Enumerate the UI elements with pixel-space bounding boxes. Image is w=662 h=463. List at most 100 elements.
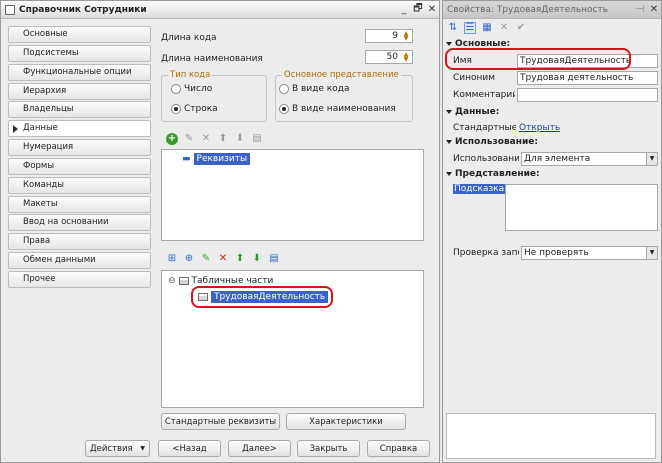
nav-item[interactable]: Прочее bbox=[8, 270, 151, 288]
tree-row-tabular-part[interactable]: ТрудоваяДеятельность bbox=[198, 291, 329, 303]
section-presentation[interactable]: Представление: bbox=[446, 169, 540, 179]
repr-by-name-radio[interactable]: В виде наименования bbox=[279, 104, 396, 114]
nav-item[interactable]: Подсистемы bbox=[8, 44, 151, 62]
table-icon bbox=[178, 277, 189, 285]
sort-icon[interactable]: ⇅ bbox=[447, 22, 459, 34]
tree-row-tabular-parts[interactable]: ⊖ Табличные части bbox=[168, 276, 273, 286]
edit-icon[interactable]: ✎ bbox=[183, 133, 195, 145]
section-usage[interactable]: Использование: bbox=[446, 137, 538, 147]
delete-icon[interactable]: ✕ bbox=[200, 133, 212, 145]
collapse-triangle-icon bbox=[446, 41, 452, 46]
section-data[interactable]: Данные: bbox=[446, 107, 499, 117]
collapse-triangle-icon bbox=[446, 139, 452, 144]
cancel-icon[interactable]: ✕ bbox=[498, 22, 510, 34]
nav-item[interactable]: Обмен данными bbox=[8, 252, 151, 270]
properties-icon[interactable]: ▤ bbox=[251, 133, 263, 145]
synonym-prop-label: Синоним bbox=[453, 73, 496, 83]
properties-title: Свойства: ТрудоваяДеятельность bbox=[447, 4, 609, 15]
fill-check-prop-label: Проверка запо bbox=[453, 248, 519, 258]
apply-icon[interactable]: ✔ bbox=[515, 22, 527, 34]
properties-window: Свойства: ТрудоваяДеятельность ⊣ ✕ ⇅ ☰ ▦… bbox=[442, 0, 662, 463]
radio-icon bbox=[279, 84, 289, 94]
minimize-button[interactable]: _ bbox=[397, 4, 411, 15]
repr-by-code-radio[interactable]: В виде кода bbox=[279, 84, 350, 94]
standard-attributes-button[interactable]: Стандартные реквизиты bbox=[161, 413, 280, 430]
synonym-prop-input[interactable]: Трудовая деятельность bbox=[517, 71, 658, 85]
restore-button[interactable]: 🗗 bbox=[411, 1, 425, 18]
close-icon[interactable]: ✕ bbox=[647, 4, 661, 15]
section-nav: Основные Подсистемы Функциональные опции Ие… bbox=[8, 26, 151, 290]
characteristics-button[interactable]: Характеристики bbox=[286, 413, 406, 430]
catalog-editor-window: Справочник Сотрудники _ 🗗 ✕ Основные Подс… bbox=[0, 0, 440, 463]
section-data-label: Данные: bbox=[455, 107, 500, 117]
add-tabular-icon[interactable]: ⊞ bbox=[166, 253, 178, 265]
comment-prop-input[interactable] bbox=[517, 88, 658, 102]
property-description-panel bbox=[446, 413, 656, 459]
chevron-down-icon[interactable]: ▼ bbox=[646, 153, 657, 165]
attributes-toolbar: + ✎ ✕ ⬆ ⬇ ▤ bbox=[166, 132, 263, 146]
close-dialog-button[interactable]: Закрыть bbox=[297, 440, 360, 457]
spin-arrows-icon[interactable]: ▲ ▼ bbox=[402, 31, 410, 42]
properties-icon[interactable]: ▤ bbox=[268, 253, 280, 265]
code-type-number-radio[interactable]: Число bbox=[171, 84, 212, 94]
code-length-input[interactable]: 9 ▲ ▼ bbox=[365, 29, 413, 43]
nav-item[interactable]: Функциональные опции bbox=[8, 63, 151, 81]
pin-icon[interactable]: ⊣ bbox=[633, 4, 647, 15]
nav-item[interactable]: Права bbox=[8, 233, 151, 251]
catalog-editor-titlebar: Справочник Сотрудники _ 🗗 ✕ bbox=[1, 1, 439, 19]
section-basic[interactable]: Основные: bbox=[446, 39, 510, 49]
nav-item[interactable]: Формы bbox=[8, 157, 151, 175]
attributes-tree[interactable]: ▬ Реквизиты bbox=[161, 149, 424, 241]
usage-prop-select[interactable]: Для элемента ▼ bbox=[521, 152, 658, 166]
nav-item[interactable]: Иерархия bbox=[8, 82, 151, 100]
hint-prop-textarea[interactable] bbox=[505, 184, 658, 231]
categories-icon[interactable]: ☰ bbox=[464, 22, 476, 34]
nav-item[interactable]: Нумерация bbox=[8, 139, 151, 157]
help-button[interactable]: Справка bbox=[367, 440, 430, 457]
chevron-down-icon: ▼ bbox=[140, 445, 145, 452]
spin-arrows-icon[interactable]: ▲ ▼ bbox=[402, 52, 410, 63]
close-button[interactable]: ✕ bbox=[425, 4, 439, 15]
radio-selected-icon bbox=[279, 104, 289, 114]
std-attrs-open-link[interactable]: Открыть bbox=[519, 123, 560, 133]
nav-item[interactable]: Данные bbox=[8, 120, 151, 138]
tabular-parts-root-label: Табличные части bbox=[191, 276, 274, 286]
nav-item[interactable]: Основные bbox=[8, 26, 151, 43]
nav-item[interactable]: Макеты bbox=[8, 195, 151, 213]
name-length-input[interactable]: 50 ▲ ▼ bbox=[365, 50, 413, 64]
app-icon bbox=[5, 4, 15, 15]
code-type-string-radio[interactable]: Строка bbox=[171, 104, 218, 114]
add-attribute-icon[interactable]: ⊕ bbox=[183, 253, 195, 265]
radio-label: В виде кода bbox=[292, 84, 350, 94]
move-up-icon[interactable]: ⬆ bbox=[234, 253, 246, 265]
nav-item[interactable]: Владельцы bbox=[8, 101, 151, 119]
collapse-dash-icon: ▬ bbox=[182, 154, 191, 164]
radio-label: Число bbox=[184, 84, 213, 94]
actions-button[interactable]: Действия ▼ bbox=[85, 440, 150, 457]
tree-row-attributes[interactable]: ▬ Реквизиты bbox=[182, 153, 251, 165]
chevron-down-icon[interactable]: ▼ bbox=[646, 247, 657, 259]
comment-prop-label: Комментарий bbox=[453, 90, 515, 100]
code-type-legend: Тип кода bbox=[168, 70, 213, 80]
add-icon[interactable]: + bbox=[166, 133, 178, 145]
usage-prop-label: Использования bbox=[453, 154, 519, 164]
std-attrs-prop-label: Стандартные р bbox=[453, 123, 516, 133]
fill-check-prop-value: Не проверять bbox=[524, 248, 589, 258]
code-length-value: 9 bbox=[392, 31, 398, 41]
collapse-minus-icon[interactable]: ⊖ bbox=[168, 276, 176, 286]
fill-check-prop-select[interactable]: Не проверять ▼ bbox=[521, 246, 658, 260]
main-representation-group: Основное представление bbox=[275, 70, 413, 122]
move-down-icon[interactable]: ⬇ bbox=[251, 253, 263, 265]
code-type-group: Тип кода bbox=[161, 70, 267, 122]
tabular-parts-tree[interactable]: ⊖ Табличные части ТрудоваяДеятельность bbox=[161, 270, 424, 408]
move-down-icon[interactable]: ⬇ bbox=[234, 133, 246, 145]
delete-icon[interactable]: ✕ bbox=[217, 253, 229, 265]
nav-item[interactable]: Ввод на основании bbox=[8, 214, 151, 232]
nav-item[interactable]: Команды bbox=[8, 176, 151, 194]
edit-icon[interactable]: ✎ bbox=[200, 253, 212, 265]
next-button[interactable]: Далее> bbox=[228, 440, 291, 457]
filter-icon[interactable]: ▦ bbox=[481, 22, 493, 34]
move-up-icon[interactable]: ⬆ bbox=[217, 133, 229, 145]
back-button[interactable]: <Назад bbox=[158, 440, 221, 457]
name-prop-input[interactable]: ТрудоваяДеятельность bbox=[517, 54, 658, 68]
